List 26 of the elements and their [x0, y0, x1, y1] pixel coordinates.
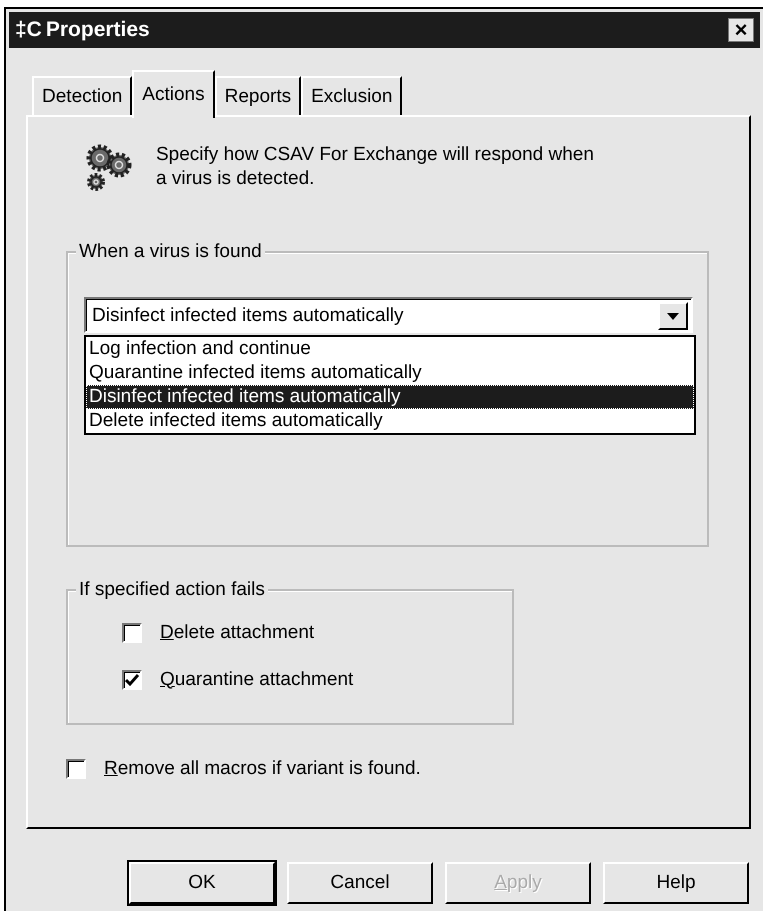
dropdown-option[interactable]: Delete infected items automatically — [86, 409, 694, 433]
checkbox[interactable] — [122, 670, 142, 690]
dialog-button[interactable]: Help — [603, 862, 749, 904]
checkbox[interactable] — [66, 759, 86, 780]
tab[interactable]: Reports — [214, 76, 302, 116]
dropdown-value: Disinfect infected items automatically — [92, 304, 404, 328]
dropdown-option[interactable]: Log infection and continue — [86, 337, 694, 361]
intro-text: Specify how CSAV For Exchange will respond when a virus is detected. — [156, 143, 595, 191]
checkbox-label[interactable]: Delete attachment — [160, 619, 314, 648]
dropdown-option[interactable]: Disinfect infected items automatically — [86, 385, 694, 409]
close-button[interactable]: × — [728, 18, 754, 42]
dialog-button[interactable]: OK — [129, 862, 275, 904]
dropdown-option[interactable]: Quarantine infected items automatically — [86, 361, 694, 385]
tab[interactable]: Actions — [132, 70, 215, 118]
caret-icon — [667, 312, 679, 320]
app-logo: ‡C — [15, 17, 42, 44]
window-title: Properties — [46, 17, 150, 44]
checkbox-label[interactable]: Quarantine attachment — [160, 666, 354, 694]
dropdown-arrow-button[interactable] — [658, 302, 688, 330]
checkbox-label[interactable]: Remove all macros if variant is found. — [104, 755, 421, 784]
group-title: If specified action fails — [76, 578, 268, 602]
tab[interactable]: Exclusion — [301, 76, 402, 116]
dialog-button[interactable]: Cancel — [287, 862, 433, 904]
checkbox[interactable] — [122, 623, 142, 644]
tab[interactable]: Detection — [32, 76, 132, 116]
action-dropdown[interactable]: Disinfect infected items automatically — [84, 297, 693, 333]
